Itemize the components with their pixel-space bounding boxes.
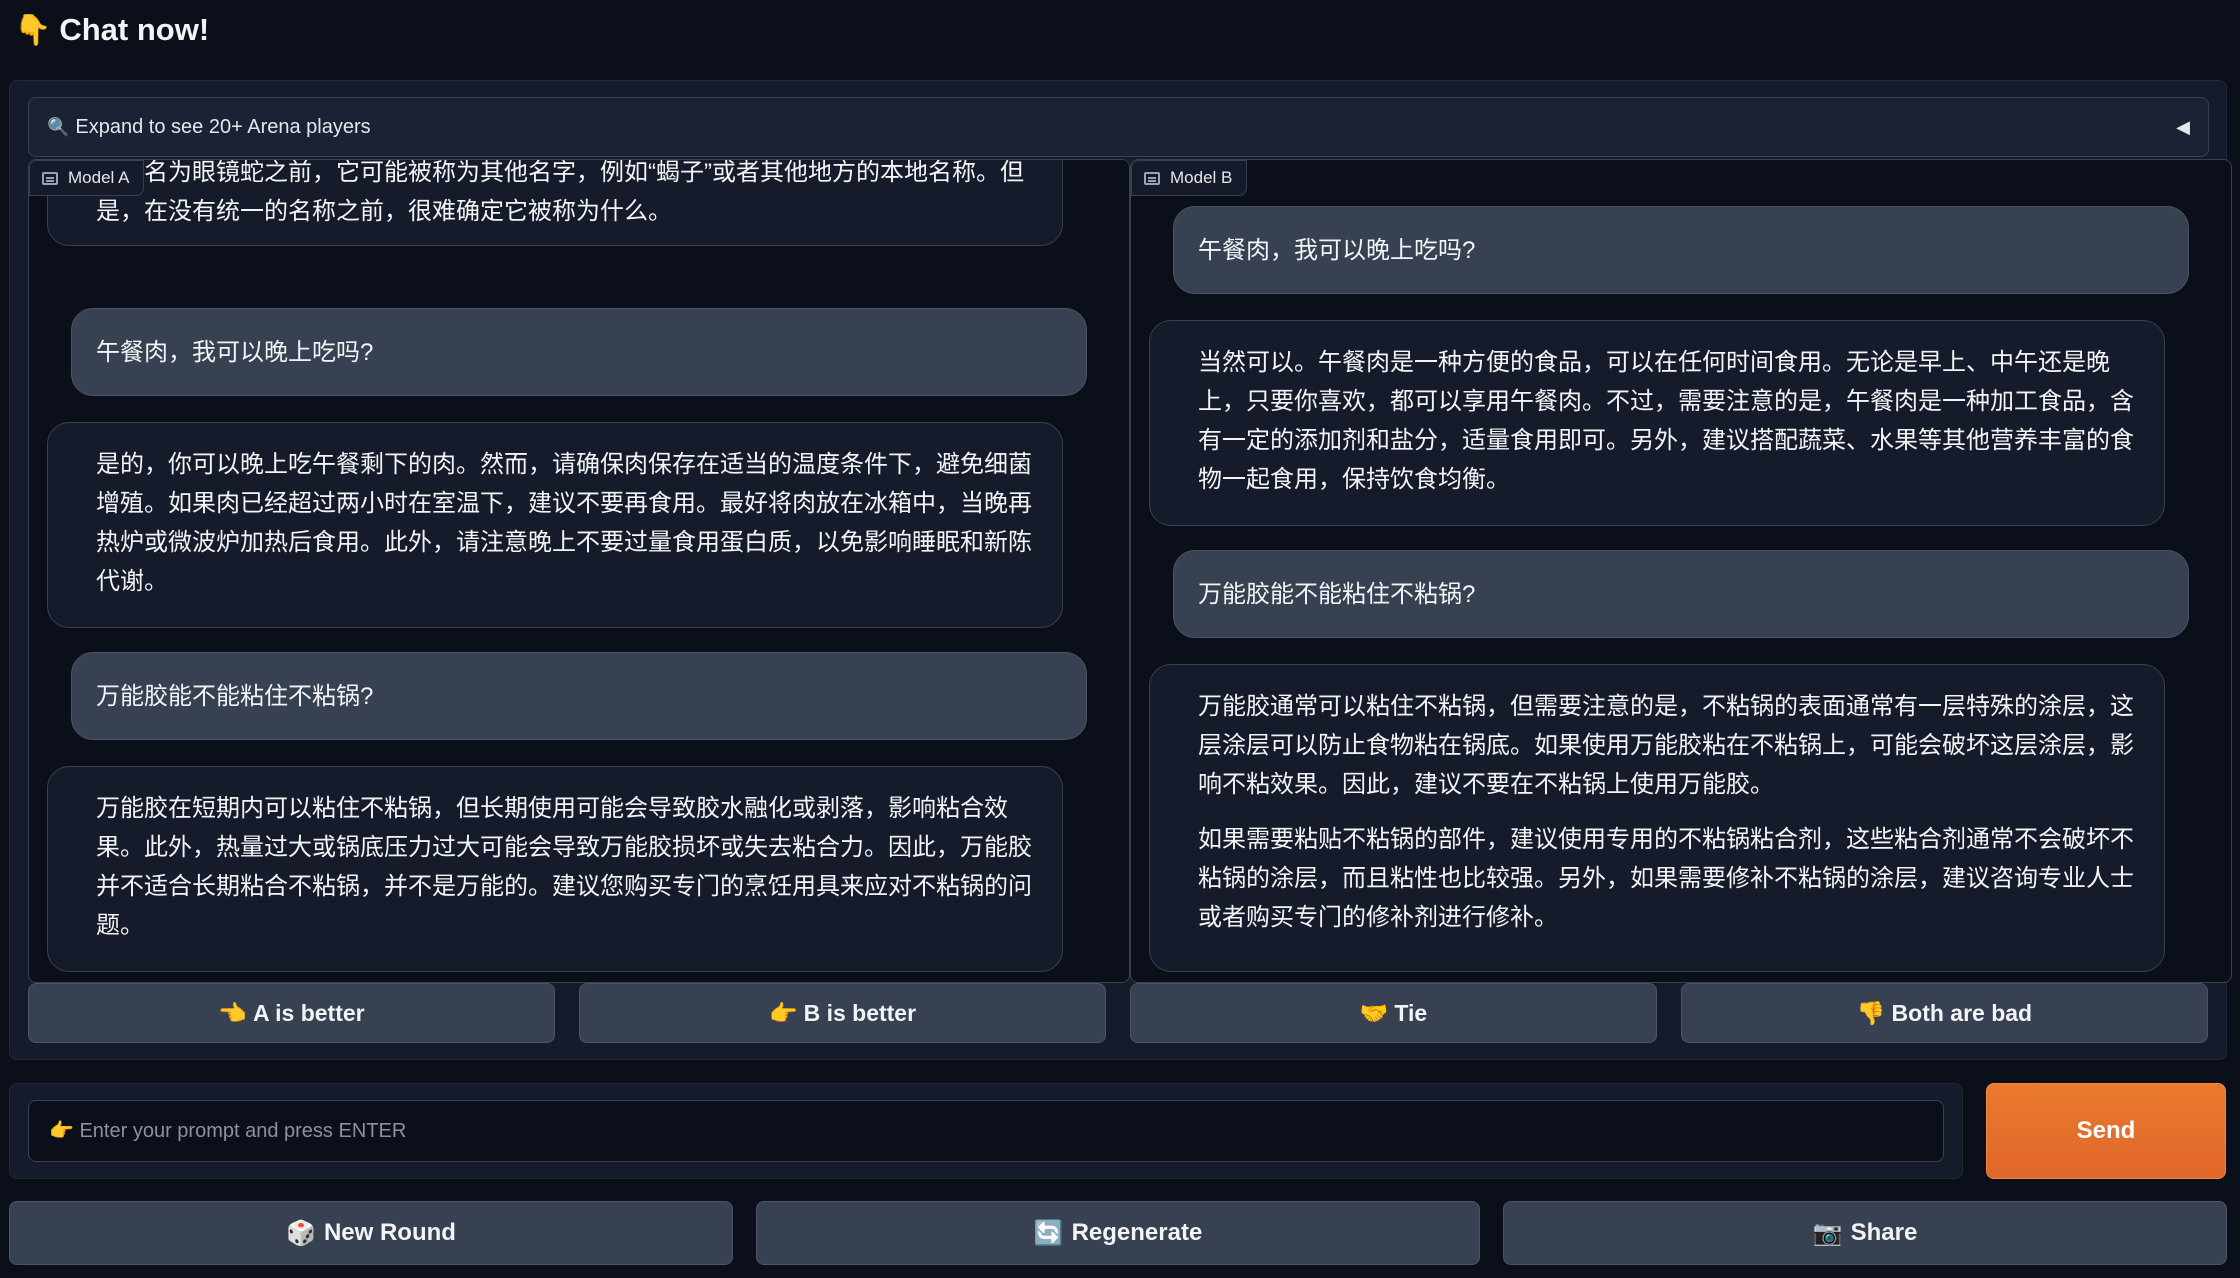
arena-panel: 🔍 Expand to see 20+ Arena players ◀ Mode… [9,80,2232,1060]
message-paragraph: 如果需要粘贴不粘锅的部件，建议使用专用的不粘锅粘合剂，这些粘合剂通常不会破坏不粘… [1198,826,2134,931]
players-accordion[interactable]: 🔍 Expand to see 20+ Arena players ◀ [28,97,2209,157]
message-list[interactable]: 午餐肉，我可以晚上吃吗? 当然可以。午餐肉是一种方便的食品，可以在任何时间食用。… [1131,160,2231,982]
button-label: Both are bad [1891,999,2033,1026]
refresh-icon: 🔄 [1033,1219,1064,1247]
message-paragraph: 万能胶在短期内可以粘住不粘锅，但长期使用可能会导致胶水融化或剥落，影响粘合效果。… [96,795,1032,939]
bot-message: 万能胶在短期内可以粘住不粘锅，但长期使用可能会导致胶水融化或剥落，影响粘合效果。… [47,766,1063,972]
b-is-better-button[interactable]: 👉 B is better [579,983,1106,1043]
pointing-down-icon: 👇 [14,13,52,47]
bot-message: 是的，你可以晚上吃午餐剩下的肉。然而，请确保肉保存在适当的温度条件下，避免细菌增… [47,422,1063,628]
message-text: 万能胶能不能粘住不粘锅? [1198,580,1476,608]
button-label: Regenerate [1071,1219,1203,1246]
camera-icon: 📷 [1812,1219,1843,1247]
bot-message: 被命名为眼镜蛇之前，它可能被称为其他名字，例如“蝎子”或者其他地方的本地名称。但… [47,159,1063,246]
collapse-caret-icon[interactable]: ◀ [2176,117,2190,138]
point-right-icon: 👉 [768,999,798,1026]
page-title: 👇 Chat now! [14,12,209,48]
chatbot-label-a: Model A [29,160,145,196]
accordion-label: Expand to see 20+ Arena players [75,115,371,138]
regenerate-button[interactable]: 🔄 Regenerate [756,1201,1480,1265]
chatbot-model-b[interactable]: Model B 午餐肉，我可以晚上吃吗? 当然可以。午餐肉是一种方便的食品，可以… [1130,159,2232,983]
chatbot-label-text: Model B [1170,168,1233,187]
message-text: 午餐肉，我可以晚上吃吗? [1198,236,1476,264]
chatbot-label-b: Model B [1131,160,1248,196]
message-paragraph: 万能胶通常可以粘住不粘锅，但需要注意的是，不粘锅的表面通常有一层特殊的涂层，这层… [1198,693,2134,798]
share-button[interactable]: 📷 Share [1503,1201,2227,1265]
send-button[interactable]: Send [1986,1083,2226,1179]
button-label: Tie [1394,999,1428,1026]
button-label: Share [1850,1219,1918,1246]
both-bad-button[interactable]: 👎 Both are bad [1681,983,2208,1043]
a-is-better-button[interactable]: 👈 A is better [28,983,555,1043]
thumbs-down-icon: 👎 [1856,999,1886,1026]
message-text: 午餐肉，我可以晚上吃吗? [96,338,374,366]
user-message: 午餐肉，我可以晚上吃吗? [71,308,1087,396]
message-list[interactable]: 被命名为眼镜蛇之前，它可能被称为其他名字，例如“蝎子”或者其他地方的本地名称。但… [29,160,1129,982]
point-left-icon: 👈 [218,999,247,1026]
bot-message: 万能胶通常可以粘住不粘锅，但需要注意的是，不粘锅的表面通常有一层特殊的涂层，这层… [1149,664,2165,972]
magnifier-icon: 🔍 [47,116,70,137]
chatbot-label-text: Model A [68,168,130,187]
button-label: B is better [803,999,917,1026]
handshake-icon: 🤝 [1359,999,1389,1026]
message-text: 万能胶能不能粘住不粘锅? [96,682,374,710]
message-paragraph: 当然可以。午餐肉是一种方便的食品，可以在任何时间食用。无论是早上、中午还是晚上，… [1198,349,2134,493]
button-label: New Round [323,1219,456,1246]
user-message: 午餐肉，我可以晚上吃吗? [1173,206,2189,294]
prompt-input[interactable] [28,1100,1944,1162]
message-paragraph: 被命名为眼镜蛇之前，它可能被称为其他名字，例如“蝎子”或者其他地方的本地名称。但… [96,159,1024,225]
button-label: A is better [253,999,365,1026]
chat-icon [1144,171,1160,185]
bot-message: 当然可以。午餐肉是一种方便的食品，可以在任何时间食用。无论是早上、中午还是晚上，… [1149,320,2165,526]
new-round-button[interactable]: 🎲 New Round [9,1201,733,1265]
chatbot-model-a[interactable]: Model A 被命名为眼镜蛇之前，它可能被称为其他名字，例如“蝎子”或者其他地… [28,159,1130,983]
dice-icon: 🎲 [286,1219,316,1247]
prompt-panel [9,1083,1963,1179]
message-paragraph: 是的，你可以晚上吃午餐剩下的肉。然而，请确保肉保存在适当的温度条件下，避免细菌增… [96,451,1032,595]
page-title-text: Chat now! [59,12,210,47]
chat-icon [42,171,58,185]
tie-button[interactable]: 🤝 Tie [1130,983,1657,1043]
user-message: 万能胶能不能粘住不粘锅? [71,652,1087,740]
user-message: 万能胶能不能粘住不粘锅? [1173,550,2189,638]
